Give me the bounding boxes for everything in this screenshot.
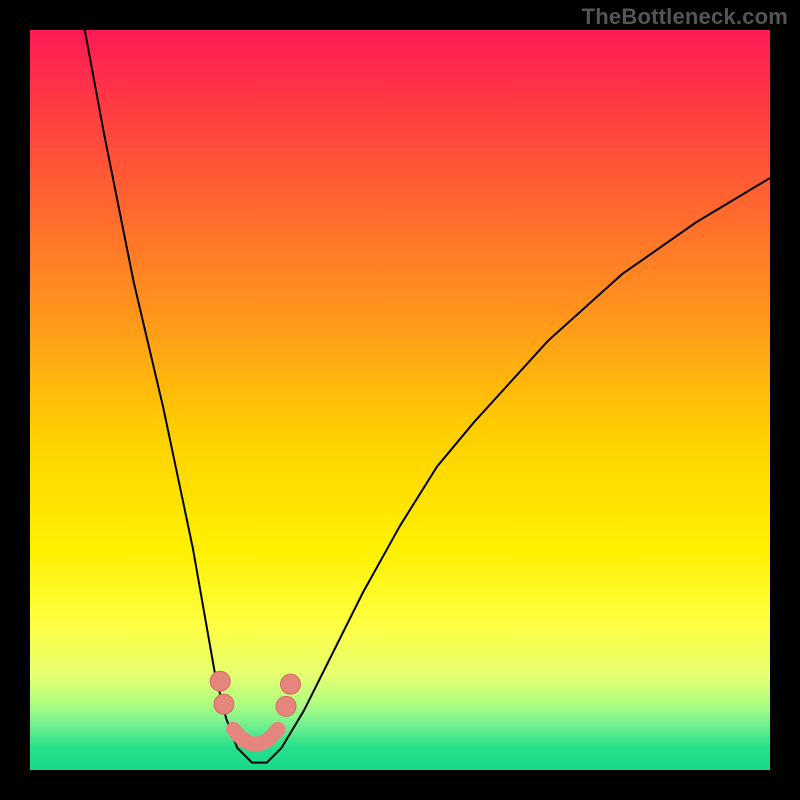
watermark-text: TheBottleneck.com	[582, 4, 788, 30]
marker-left-upper	[210, 671, 230, 691]
marker-right-upper	[280, 674, 300, 694]
bottom-marker-segment	[234, 729, 278, 744]
marker-left-lower	[214, 694, 234, 714]
chart-svg	[30, 30, 770, 770]
plot-area	[30, 30, 770, 770]
outer-frame: TheBottleneck.com	[0, 0, 800, 800]
marker-right-lower	[276, 696, 296, 716]
bottleneck-curve	[85, 30, 770, 763]
chart-content	[85, 30, 770, 763]
